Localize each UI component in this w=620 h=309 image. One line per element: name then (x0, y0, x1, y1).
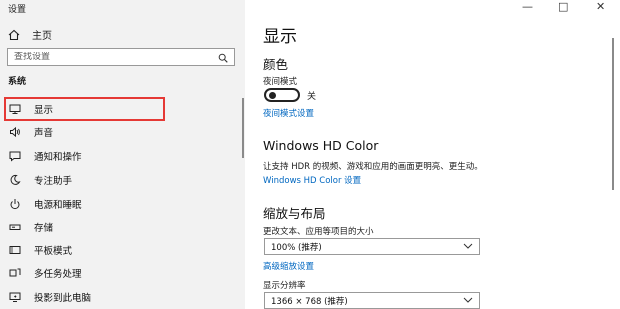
tablet-icon (9, 244, 21, 256)
sidebar-item-label: 通知和操作 (34, 152, 82, 163)
home-button[interactable]: 主页 (8, 27, 52, 42)
sidebar-item-tablet-mode[interactable]: 平板模式 (0, 239, 245, 261)
minimize-button[interactable]: — (522, 0, 533, 13)
project-icon (9, 291, 21, 303)
search-icon[interactable] (218, 48, 228, 67)
resolution-dropdown[interactable]: 1366 × 768 (推荐) (264, 292, 480, 309)
toggle-knob (269, 92, 276, 99)
sidebar: 设置 主页 系统 显示 声音 通知和操作 专注助手 (0, 0, 245, 309)
sidebar-item-multitasking[interactable]: 多任务处理 (0, 262, 245, 284)
power-icon (9, 198, 21, 210)
sidebar-item-label: 存储 (34, 223, 54, 234)
sidebar-item-label: 专注助手 (34, 176, 73, 187)
search-input[interactable] (14, 52, 204, 62)
section-heading-scale-layout: 缩放与布局 (263, 206, 326, 221)
speaker-icon (9, 126, 21, 138)
notification-icon (9, 150, 21, 162)
selection-highlight-box (4, 97, 165, 121)
home-label: 主页 (32, 31, 52, 42)
maximize-button[interactable]: □ (558, 0, 568, 13)
window-title: 设置 (8, 5, 27, 15)
sidebar-item-storage[interactable]: 存储 (0, 216, 245, 238)
sidebar-scrollbar[interactable] (242, 98, 244, 158)
section-label-system: 系统 (8, 77, 27, 87)
night-light-label: 夜间模式 (263, 77, 298, 87)
close-button[interactable]: ✕ (596, 0, 605, 13)
night-light-settings-link[interactable]: 夜间模式设置 (263, 107, 314, 119)
sidebar-item-project[interactable]: 投影到此电脑 (0, 286, 245, 308)
sidebar-item-power-sleep[interactable]: 电源和睡眠 (0, 193, 245, 215)
page-title: 显示 (263, 27, 297, 47)
scale-label: 更改文本、应用等项目的大小 (263, 227, 374, 237)
chevron-down-icon (463, 296, 473, 306)
hd-color-settings-link[interactable]: Windows HD Color 设置 (263, 174, 361, 186)
hd-color-description: 让支持 HDR 的视频、游戏和应用的画面更明亮、更生动。 (263, 162, 483, 172)
sidebar-item-label: 投影到此电脑 (34, 293, 92, 304)
scale-value: 100% (推荐) (271, 242, 322, 253)
sidebar-item-focus-assist[interactable]: 专注助手 (0, 169, 245, 191)
sidebar-item-sound[interactable]: 声音 (0, 121, 245, 143)
section-heading-hd-color: Windows HD Color (263, 138, 379, 153)
section-heading-color: 颜色 (263, 57, 289, 72)
storage-icon (9, 221, 21, 233)
home-icon (8, 29, 20, 41)
main-scrollbar[interactable] (612, 38, 614, 190)
sidebar-item-label: 电源和睡眠 (34, 200, 82, 211)
chevron-down-icon (463, 242, 473, 252)
moon-icon (9, 174, 21, 186)
sidebar-item-notifications[interactable]: 通知和操作 (0, 145, 245, 167)
advanced-scaling-link[interactable]: 高级缩放设置 (263, 260, 314, 272)
scale-dropdown[interactable]: 100% (推荐) (264, 238, 480, 255)
night-light-state: 关 (307, 92, 317, 102)
search-box[interactable] (7, 48, 235, 66)
multitask-icon (9, 267, 21, 279)
sidebar-item-label: 声音 (34, 128, 54, 139)
sidebar-item-label: 平板模式 (34, 246, 73, 257)
resolution-label: 显示分辨率 (263, 281, 306, 291)
night-light-toggle[interactable] (264, 88, 300, 102)
sidebar-item-label: 多任务处理 (34, 269, 82, 280)
resolution-value: 1366 × 768 (推荐) (271, 296, 348, 307)
